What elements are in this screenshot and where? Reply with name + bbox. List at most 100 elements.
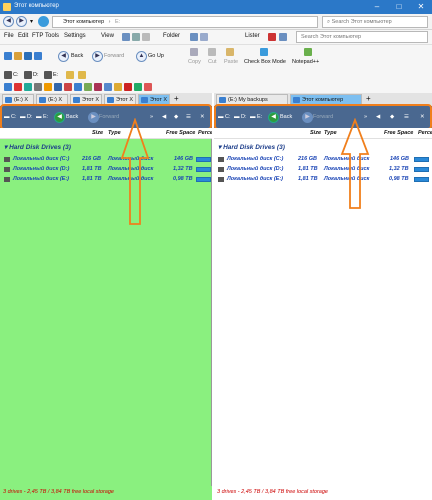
tab-folder-icon [141, 97, 148, 103]
forward-nav-icon[interactable]: ▶ [16, 16, 27, 27]
col-type[interactable]: Type [108, 130, 121, 136]
menu-edit[interactable]: Edit [18, 33, 28, 39]
paste-label[interactable]: Paste [224, 59, 238, 65]
address-field[interactable]: Этот компьютер › E: [52, 16, 318, 28]
maximize-button[interactable]: □ [388, 1, 410, 13]
drive-e-icon[interactable] [44, 71, 52, 79]
left-column-header: Size Type Free Space Percent [0, 128, 212, 139]
folder-icon [3, 3, 11, 11]
paste-icon[interactable] [226, 48, 234, 56]
quick-app-icon[interactable] [54, 83, 62, 91]
notepad-label[interactable]: Notepad++ [292, 59, 319, 65]
col-size[interactable]: Size [92, 130, 103, 136]
details-icon[interactable] [132, 33, 140, 41]
drive-c-icon[interactable] [4, 71, 12, 79]
usage-bar [414, 177, 429, 182]
quick-app-icon[interactable] [44, 83, 52, 91]
new-tab-button[interactable]: + [174, 94, 179, 103]
menu-settings[interactable]: Settings [64, 33, 86, 39]
drive-row[interactable]: Локальный диск (D:) 1,81 TB Локальный ди… [0, 165, 212, 174]
group-header[interactable]: ▾ Hard Disk Drives (3) [4, 143, 71, 151]
back-nav-icon[interactable]: ◀ [3, 16, 14, 27]
col-size[interactable]: Size [310, 130, 321, 136]
right-file-pane[interactable]: ▾ Hard Disk Drives (3) Локальный диск (C… [214, 139, 432, 486]
go-up-icon[interactable]: ▲ [136, 51, 147, 62]
toolbar-back-label[interactable]: Back [71, 53, 83, 59]
menu-tools[interactable]: Tools [45, 33, 59, 39]
main-toolbar: ◀ Back ▶ Forward ▲ Go Up Copy Cut Paste … [0, 44, 432, 68]
address-bar: ◀ ▶ ▾ Этот компьютер › E: ⌕ Search Этот … [0, 14, 432, 30]
thumbnails-icon[interactable] [142, 33, 150, 41]
dual-lister-icon[interactable] [14, 52, 22, 60]
quick-app-icon[interactable] [24, 83, 32, 91]
menu-folder[interactable]: Folder [163, 33, 180, 39]
quick-app-icon[interactable] [34, 83, 42, 91]
quick-app-icon[interactable] [144, 83, 152, 91]
quick-app-icon[interactable] [84, 83, 92, 91]
new-tab-button[interactable]: + [366, 94, 371, 103]
toolbar-forward-label[interactable]: Forward [104, 53, 124, 59]
quick-app-icon[interactable] [124, 83, 132, 91]
hard-drive-icon [218, 167, 224, 172]
lister-new-icon[interactable] [279, 33, 287, 41]
quick-app-icon[interactable] [94, 83, 102, 91]
usage-bar [196, 167, 211, 172]
cut-label[interactable]: Cut [208, 59, 217, 65]
menu-ftp[interactable]: FTP [32, 33, 43, 39]
checkbox-mode-label[interactable]: Check Box Mode [244, 59, 286, 65]
pane-icon[interactable] [200, 33, 208, 41]
drive-d-icon[interactable] [24, 71, 32, 79]
quick-app-icon[interactable] [74, 83, 82, 91]
menu-lister[interactable]: Lister [245, 33, 260, 39]
cut-icon[interactable] [208, 48, 216, 56]
drive-row[interactable]: Локальный диск (C:) 216 GB Локальный дис… [214, 155, 432, 164]
menu-file[interactable]: File [4, 33, 14, 39]
copy-icon[interactable] [190, 48, 198, 56]
col-percent[interactable]: Percent [418, 130, 432, 136]
checkbox-mode-icon[interactable] [260, 48, 268, 56]
col-free[interactable]: Free Space [166, 130, 195, 136]
copy-label[interactable]: Copy [188, 59, 201, 65]
group-header[interactable]: ▾ Hard Disk Drives (3) [218, 143, 285, 151]
minimize-button[interactable]: – [366, 1, 388, 13]
close-button[interactable]: ✕ [410, 1, 432, 13]
quick-app-icon[interactable] [14, 83, 22, 91]
quick-app-icon[interactable] [104, 83, 112, 91]
favorites-icon[interactable] [66, 71, 74, 79]
menu-search-field[interactable]: Search Этот компьютер [296, 31, 428, 43]
folder-favorite-icon[interactable] [78, 71, 86, 79]
new-lister-icon[interactable] [4, 52, 12, 60]
drive-row[interactable]: Локальный диск (D:) 1,81 TB Локальный ди… [214, 165, 432, 174]
layout-icon[interactable] [122, 33, 130, 41]
sync-icon[interactable] [24, 52, 32, 60]
quick-app-icon[interactable] [4, 83, 12, 91]
notepad-icon[interactable] [304, 48, 312, 56]
quick-app-icon[interactable] [114, 83, 122, 91]
menu-view[interactable]: View [101, 33, 114, 39]
drive-row[interactable]: Локальный диск (C:) 216 GB Локальный дис… [0, 155, 212, 164]
recent-dropdown-icon[interactable]: ▾ [30, 18, 33, 25]
quick-app-icon[interactable] [64, 83, 72, 91]
hard-drive-icon [4, 167, 10, 172]
folder-tree-icon[interactable] [190, 33, 198, 41]
go-up-label[interactable]: Go Up [148, 53, 164, 59]
quick-icon-strip [0, 82, 432, 93]
tab-folder-icon [219, 97, 226, 103]
right-column-header: Size Type Free Space Percent [214, 128, 432, 139]
toolbar-forward-icon[interactable]: ▶ [92, 51, 103, 62]
up-arrow-right [340, 118, 370, 209]
right-status-bar: 3 drives - 2,45 TB / 3,84 TB free local … [214, 486, 432, 500]
left-file-pane[interactable]: ▾ Hard Disk Drives (3) Локальный диск (C… [0, 139, 212, 486]
pane-swap-icon[interactable] [34, 52, 42, 60]
search-icon: ⌕ [327, 19, 331, 25]
drive-row[interactable]: Локальный диск (E:) 1,81 TB Локальный ди… [0, 175, 212, 184]
search-field[interactable]: ⌕ Search Этот компьютер [322, 16, 428, 28]
lister-close-icon[interactable] [268, 33, 276, 41]
quick-app-icon[interactable] [134, 83, 142, 91]
col-type[interactable]: Type [324, 130, 337, 136]
col-free[interactable]: Free Space [384, 130, 413, 136]
toolbar-back-icon[interactable]: ◀ [58, 51, 69, 62]
col-percent[interactable]: Percent [198, 130, 212, 136]
drives-toolbar: C: D: E: [0, 68, 432, 82]
drive-row[interactable]: Локальный диск (E:) 1,81 TB Локальный ди… [214, 175, 432, 184]
